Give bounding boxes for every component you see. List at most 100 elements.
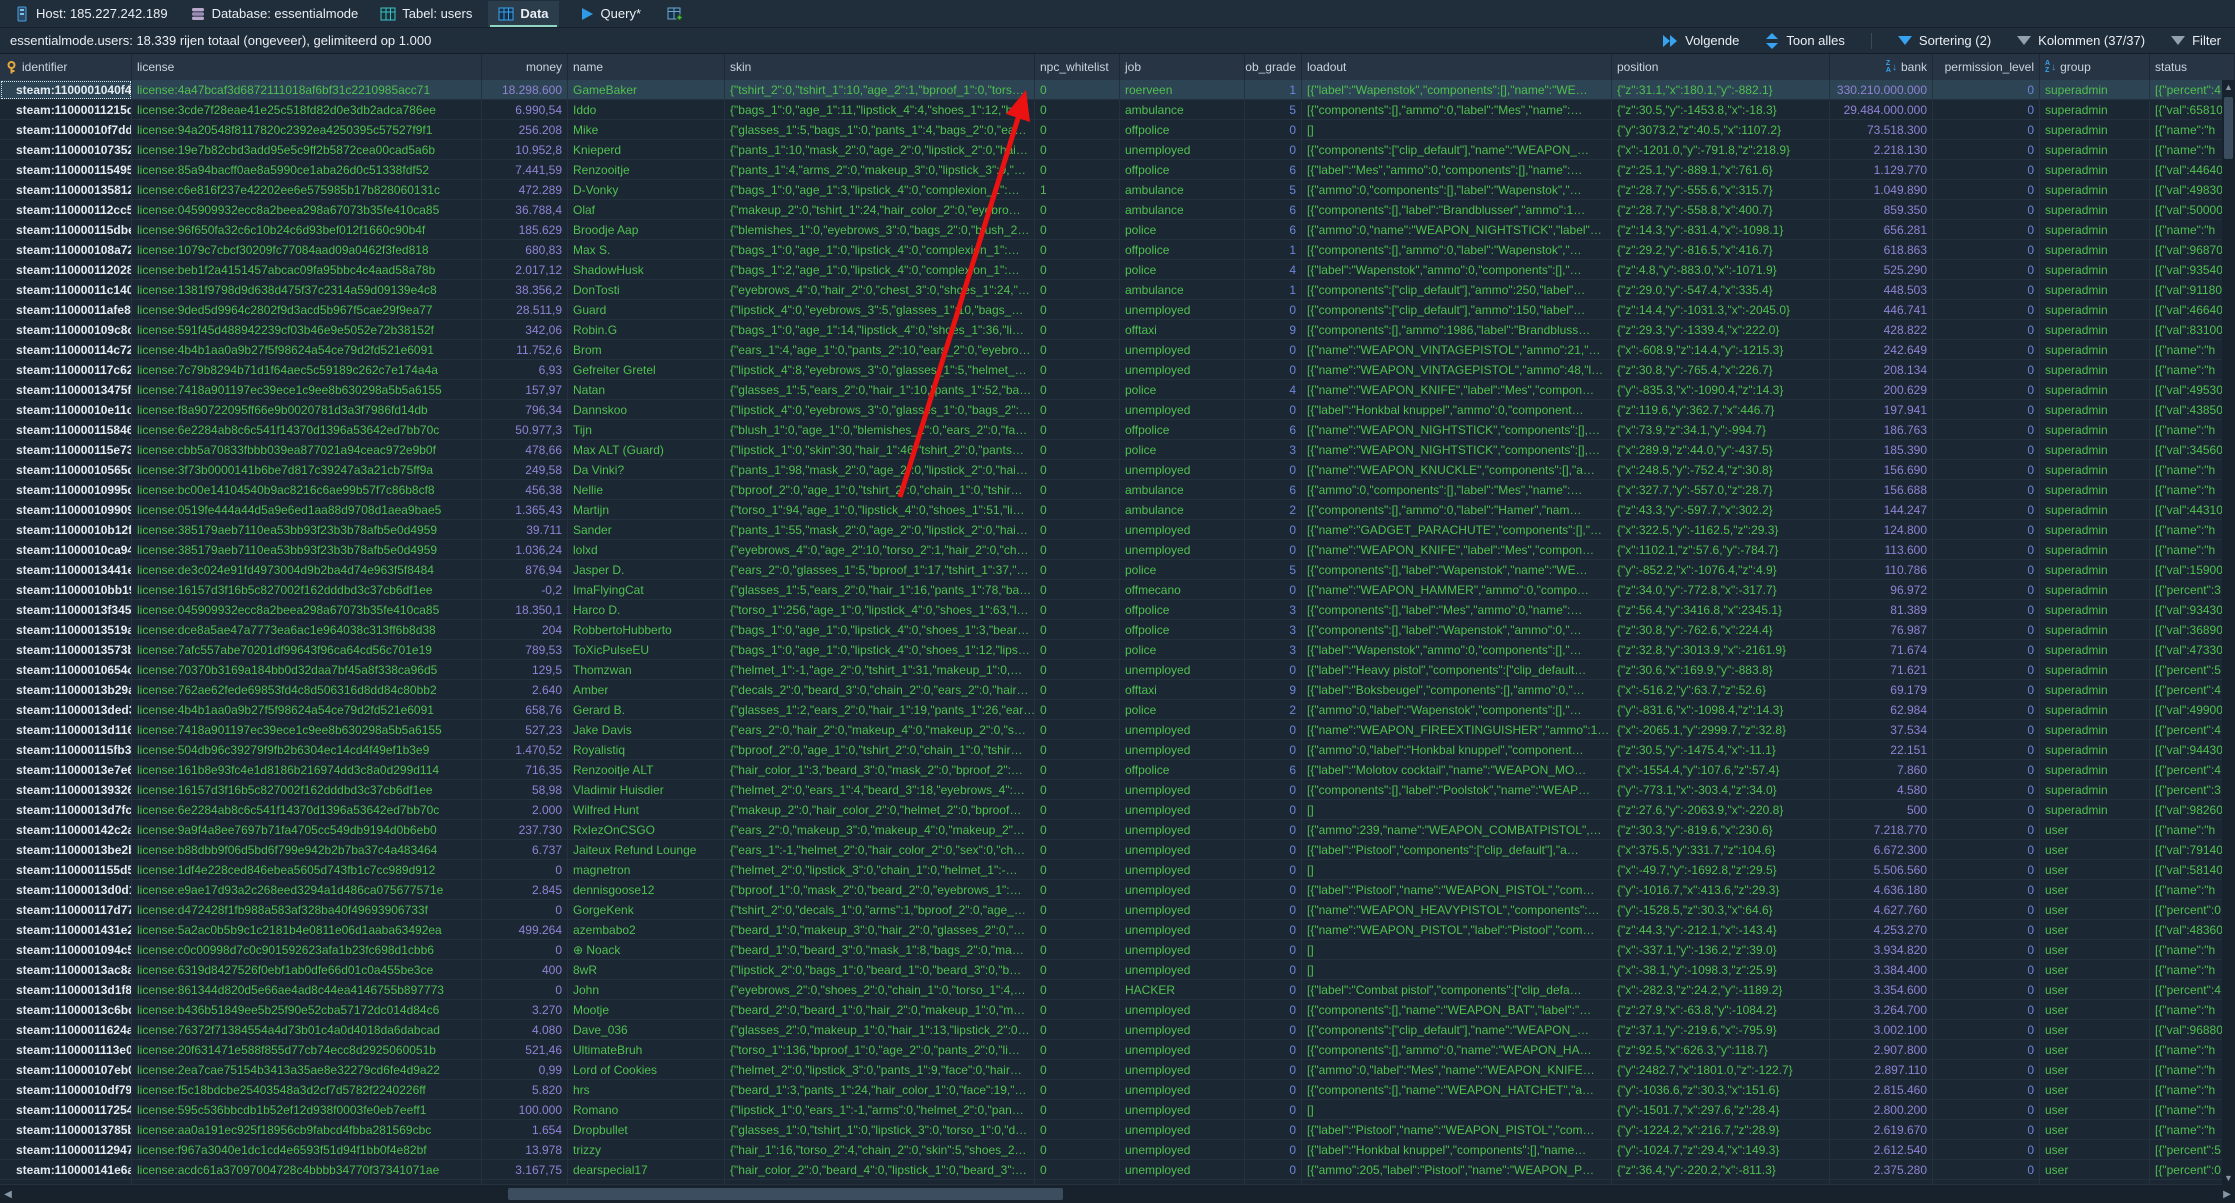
table-row[interactable]: steam:11000011215df3elicense:3cde7f28eae… — [0, 100, 2235, 120]
cell-permission_level[interactable]: 0 — [1933, 420, 2040, 440]
cell-loadout[interactable]: [{"components":[],"ammo":0,"label":"Wape… — [1302, 240, 1612, 260]
cell-job[interactable]: police — [1120, 260, 1245, 280]
cell-permission_level[interactable]: 0 — [1933, 620, 2040, 640]
cell-name[interactable]: Wilfred Hunt — [568, 800, 725, 820]
cell-loadout[interactable]: [{"components":[],"label":"Wapenstok","n… — [1302, 560, 1612, 580]
cell-job_grade[interactable]: 1 — [1245, 280, 1302, 300]
cell-job[interactable]: offpolice — [1120, 420, 1245, 440]
cell-group[interactable]: superadmin — [2040, 140, 2150, 160]
cell-bank[interactable]: 185.390 — [1830, 440, 1933, 460]
cell-identifier[interactable]: steam:1100001113e0f1e — [0, 1040, 132, 1060]
table-row[interactable]: steam:11000013573bf6blicense:7afc557abe7… — [0, 640, 2235, 660]
cell-permission_level[interactable]: 0 — [1933, 1060, 2040, 1080]
cell-npc_whitelist[interactable]: 0 — [1035, 360, 1120, 380]
cell-name[interactable]: Broodje Aap — [568, 220, 725, 240]
cell-group[interactable]: superadmin — [2040, 600, 2150, 620]
cell-money[interactable]: 129,5 — [482, 660, 568, 680]
cell-job[interactable]: unemployed — [1120, 340, 1245, 360]
cell-loadout[interactable]: [{"label":"Boksbeugel","components":[],"… — [1302, 680, 1612, 700]
cell-group[interactable]: user — [2040, 1160, 2150, 1180]
cell-job[interactable]: roerveen — [1120, 80, 1245, 100]
cell-npc_whitelist[interactable]: 0 — [1035, 1080, 1120, 1100]
cell-license[interactable]: license:591f45d488942239cf03b46e9e5052e7… — [132, 320, 482, 340]
cell-loadout[interactable]: [{"label":"Wapenstok","components":[],"n… — [1302, 80, 1612, 100]
table-row[interactable]: steam:11000010f7ddacdlicense:94a20548f81… — [0, 120, 2235, 140]
cell-position[interactable]: {"x":-337.1,"y":-136.2,"z":39.0} — [1612, 940, 1830, 960]
cell-job[interactable]: offpolice — [1120, 120, 1245, 140]
cell-loadout[interactable]: [{"components":[],"ammo":0,"label":"Hame… — [1302, 500, 1612, 520]
cell-job_grade[interactable]: 0 — [1245, 980, 1302, 1000]
cell-license[interactable]: license:3cde7f28eae41e25c518fd82d0e3db2a… — [132, 100, 482, 120]
sorting-dropdown[interactable]: Sortering (2) — [1898, 33, 1991, 48]
filter-dropdown[interactable]: Filter — [2171, 33, 2221, 48]
cell-identifier[interactable]: steam:11000010b12fe53 — [0, 520, 132, 540]
cell-money[interactable]: 13.978 — [482, 1140, 568, 1160]
cell-skin[interactable]: {"ears_1":4,"age_1":0,"pants_2":10,"ears… — [725, 340, 1035, 360]
cell-group[interactable]: superadmin — [2040, 580, 2150, 600]
cell-npc_whitelist[interactable]: 0 — [1035, 140, 1120, 160]
cell-job_grade[interactable]: 6 — [1245, 220, 1302, 240]
cell-position[interactable]: {"z":29.2,"y":-816.5,"x":416.7} — [1612, 240, 1830, 260]
cell-job_grade[interactable]: 3 — [1245, 640, 1302, 660]
table-row[interactable]: steam:11000010e11c07dlicense:f8a90722095… — [0, 400, 2235, 420]
cell-group[interactable]: user — [2040, 1080, 2150, 1100]
cell-bank[interactable]: 525.290 — [1830, 260, 1933, 280]
cell-permission_level[interactable]: 0 — [1933, 880, 2040, 900]
cell-identifier[interactable]: steam:11000013d0d135b — [0, 880, 132, 900]
cell-name[interactable]: RxIezOnCSGO — [568, 820, 725, 840]
cell-loadout[interactable]: [{"name":"WEAPON_VINTAGEPISTOL","ammo":2… — [1302, 340, 1612, 360]
cell-money[interactable]: 658,76 — [482, 700, 568, 720]
table-row[interactable]: steam:110000115495e07license:85a94bacff0… — [0, 160, 2235, 180]
vertical-scrollbar[interactable]: ▲ ▼ — [2222, 80, 2235, 1185]
cell-job[interactable]: ambulance — [1120, 180, 1245, 200]
cell-license[interactable]: license:f5c18bdcbe25403548a3d2cf7d5782f2… — [132, 1080, 482, 1100]
cell-job_grade[interactable]: 0 — [1245, 460, 1302, 480]
cell-name[interactable]: Royalistiq — [568, 740, 725, 760]
cell-skin[interactable]: {"glasses_2":0,"makeup_1":0,"hair_1":13,… — [725, 1020, 1035, 1040]
cell-skin[interactable]: {"glasses_1":5,"bags_1":0,"pants_1":4,"b… — [725, 120, 1035, 140]
cell-position[interactable]: {"y":-1024.7,"z":29.4,"x":149.3} — [1612, 1140, 1830, 1160]
cell-permission_level[interactable]: 0 — [1933, 220, 2040, 240]
cell-license[interactable]: license:c6e816f237e42202ee6e575985b17b82… — [132, 180, 482, 200]
cell-skin[interactable]: {"bproof_1":0,"mask_2":0,"beard_2":0,"ey… — [725, 880, 1035, 900]
cell-permission_level[interactable]: 0 — [1933, 140, 2040, 160]
cell-license[interactable]: license:4b4b1aa0a9b27f5f98624a54ce79d2fd… — [132, 340, 482, 360]
cell-job_grade[interactable]: 0 — [1245, 840, 1302, 860]
cell-skin[interactable]: {"torso_1":94,"age_1":0,"lipstick_4":0,"… — [725, 500, 1035, 520]
cell-job_grade[interactable]: 3 — [1245, 440, 1302, 460]
cell-identifier[interactable]: steam:11000010f7ddacd — [0, 120, 132, 140]
table-row[interactable]: steam:110000139326f15license:16157d3f16b… — [0, 780, 2235, 800]
cell-loadout[interactable]: [{"label":"Honkbal knuppel","ammo":0,"co… — [1302, 400, 1612, 420]
cell-identifier[interactable]: steam:1100001155d5628 — [0, 860, 132, 880]
cell-npc_whitelist[interactable]: 0 — [1035, 280, 1120, 300]
cell-skin[interactable]: {"blemishes_1":0,"eyebrows_3":0,"bags_2"… — [725, 220, 1035, 240]
cell-money[interactable]: 876,94 — [482, 560, 568, 580]
cell-bank[interactable]: 656.281 — [1830, 220, 1933, 240]
table-row[interactable]: steam:110000115fb3b6alicense:504db96c392… — [0, 740, 2235, 760]
cell-bank[interactable]: 4.636.180 — [1830, 880, 1933, 900]
cell-identifier[interactable]: steam:11000011215df3e — [0, 100, 132, 120]
cell-bank[interactable]: 2.612.540 — [1830, 1140, 1933, 1160]
cell-name[interactable]: ⊕ Noack — [568, 940, 725, 960]
cell-skin[interactable]: {"ears_2":0,"makeup_3":0,"makeup_4":0,"m… — [725, 820, 1035, 840]
cell-license[interactable]: license:1381f9798d9d638d475f37c2314a59d0… — [132, 280, 482, 300]
cell-bank[interactable]: 500 — [1830, 800, 1933, 820]
cell-identifier[interactable]: steam:110000114c72354 — [0, 340, 132, 360]
cell-permission_level[interactable]: 0 — [1933, 400, 2040, 420]
cell-loadout[interactable]: [] — [1302, 860, 1612, 880]
cell-permission_level[interactable]: 0 — [1933, 340, 2040, 360]
cell-loadout[interactable]: [] — [1302, 120, 1612, 140]
cell-money[interactable]: 256.208 — [482, 120, 568, 140]
cell-bank[interactable]: 69.179 — [1830, 680, 1933, 700]
cell-name[interactable]: Nellie — [568, 480, 725, 500]
table-row[interactable]: steam:11000010ca9429blicense:385179aeb71… — [0, 540, 2235, 560]
cell-position[interactable]: {"y":-835.3,"x":-1090.4,"z":14.3} — [1612, 380, 1830, 400]
cell-group[interactable]: user — [2040, 1000, 2150, 1020]
cell-identifier[interactable]: steam:11000010995da63 — [0, 480, 132, 500]
cell-npc_whitelist[interactable]: 0 — [1035, 940, 1120, 960]
cell-money[interactable]: 58,98 — [482, 780, 568, 800]
cell-group[interactable]: user — [2040, 940, 2150, 960]
cell-money[interactable]: 0 — [482, 980, 568, 1000]
cell-money[interactable]: 237.730 — [482, 820, 568, 840]
table-row[interactable]: steam:1100001113e0f1elicense:20f631471e5… — [0, 1040, 2235, 1060]
